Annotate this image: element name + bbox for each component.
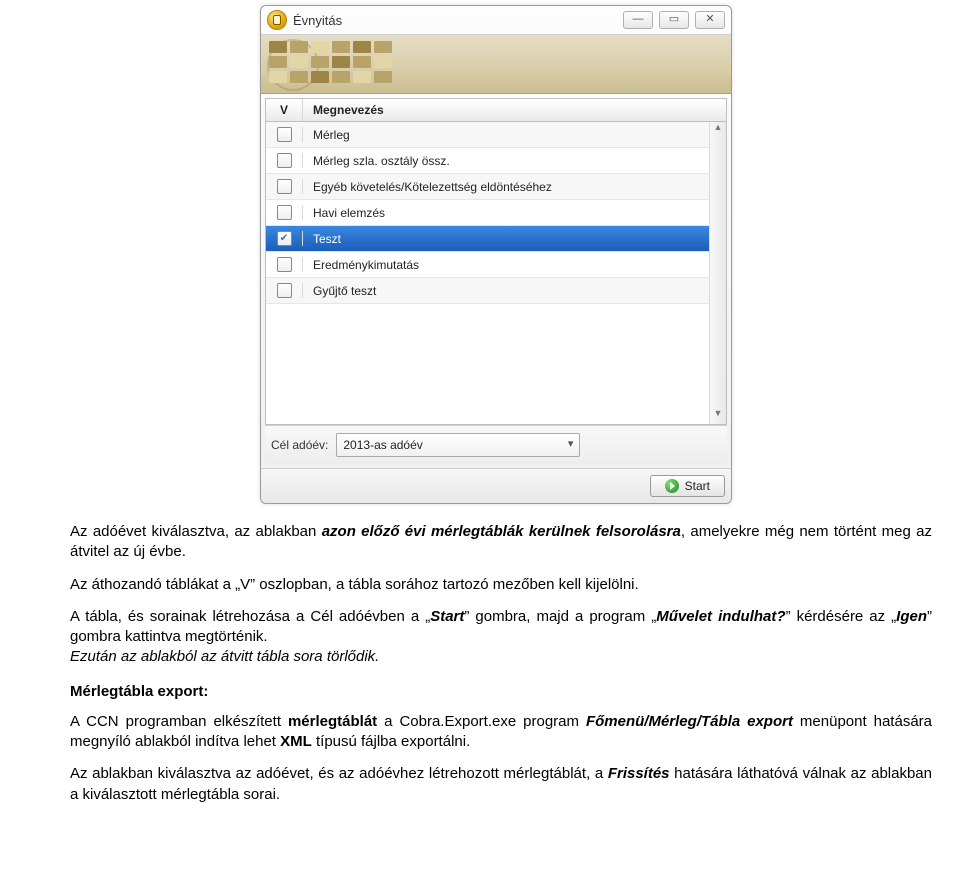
row-label: Teszt <box>303 232 709 246</box>
scrollbar[interactable]: ▲ ▼ <box>709 122 726 424</box>
row-label: Mérleg <box>303 128 709 142</box>
app-icon <box>267 10 287 30</box>
window-title: Évnyitás <box>293 13 623 28</box>
table-row[interactable]: Eredménykimutatás <box>266 252 709 278</box>
text: a Cobra.Export.exe program <box>377 713 586 730</box>
text: Az ablakban kiválasztva az adóévet, és a… <box>70 765 608 782</box>
text-bold: XML <box>280 733 312 750</box>
row-label: Mérleg szla. osztály össz. <box>303 154 709 168</box>
text-emphasis: azon előző évi mérlegtáblák kerülnek fel… <box>322 523 681 540</box>
table-empty-area <box>266 304 709 424</box>
text: Az adóévet kiválasztva, az ablakban <box>70 523 322 540</box>
row-label: Eredménykimutatás <box>303 258 709 272</box>
text-emphasis: Főmenü/Mérleg/Tábla export <box>586 713 793 730</box>
row-label: Gyűjtő teszt <box>303 284 709 298</box>
dialog-window: Évnyitás — ▭ ✕ V Megnevezés <box>260 5 732 504</box>
text-emphasis: Frissítés <box>608 765 670 782</box>
row-checkbox[interactable] <box>277 205 292 220</box>
text-emphasis: Igen <box>896 608 927 625</box>
cel-adoev-select[interactable]: 2013-as adóév <box>336 433 580 457</box>
section-heading: Mérlegtábla export: <box>70 682 932 702</box>
row-label: Egyéb követelés/Kötelezettség eldöntéséh… <box>303 180 709 194</box>
table-row[interactable]: Havi elemzés <box>266 200 709 226</box>
row-checkbox[interactable] <box>277 153 292 168</box>
row-label: Havi elemzés <box>303 206 709 220</box>
table-row[interactable]: Mérleg <box>266 122 709 148</box>
text: A CCN programban elkészített <box>70 713 288 730</box>
table-row[interactable]: Egyéb követelés/Kötelezettség eldöntéséh… <box>266 174 709 200</box>
maximize-button[interactable]: ▭ <box>659 11 689 29</box>
row-checkbox[interactable] <box>277 257 292 272</box>
column-header-v[interactable]: V <box>266 99 303 121</box>
text: A tábla, és sorainak létrehozása a Cél a… <box>70 608 430 625</box>
row-checkbox[interactable] <box>277 283 292 298</box>
row-checkbox[interactable]: ✔ <box>277 231 292 246</box>
row-checkbox[interactable] <box>277 179 292 194</box>
table: V Megnevezés Mérleg Mérleg szla. osztály … <box>265 98 727 425</box>
start-button-label: Start <box>685 479 710 493</box>
text-bold: mérlegtáblát <box>288 713 377 730</box>
table-row[interactable]: Gyűjtő teszt <box>266 278 709 304</box>
table-row[interactable]: ✔ Teszt <box>266 226 709 252</box>
column-header-name[interactable]: Megnevezés <box>303 99 726 121</box>
text-emphasis: Művelet indulhat? <box>656 608 785 625</box>
play-icon <box>665 479 679 493</box>
text: Az áthozandó táblákat a „V” oszlopban, a… <box>70 575 932 595</box>
row-checkbox[interactable] <box>277 127 292 142</box>
banner <box>261 35 731 94</box>
text-emphasis: Start <box>430 608 464 625</box>
text: ” gombra, majd a program „ <box>464 608 656 625</box>
minimize-button[interactable]: — <box>623 11 653 29</box>
close-button[interactable]: ✕ <box>695 11 725 29</box>
scroll-down-icon[interactable]: ▼ <box>710 408 726 424</box>
text: típusú fájlba exportálni. <box>312 733 470 750</box>
text: ” kérdésére az „ <box>786 608 897 625</box>
document-body: Az adóévet kiválasztva, az ablakban azon… <box>0 504 960 835</box>
cel-adoev-value: 2013-as adóév <box>343 438 422 452</box>
cel-adoev-label: Cél adóév: <box>271 438 328 452</box>
start-button[interactable]: Start <box>650 475 725 497</box>
text-italic: Ezután az ablakból az átvitt tábla sora … <box>70 648 379 665</box>
scroll-up-icon[interactable]: ▲ <box>710 122 726 138</box>
titlebar[interactable]: Évnyitás — ▭ ✕ <box>261 6 731 35</box>
table-row[interactable]: Mérleg szla. osztály össz. <box>266 148 709 174</box>
